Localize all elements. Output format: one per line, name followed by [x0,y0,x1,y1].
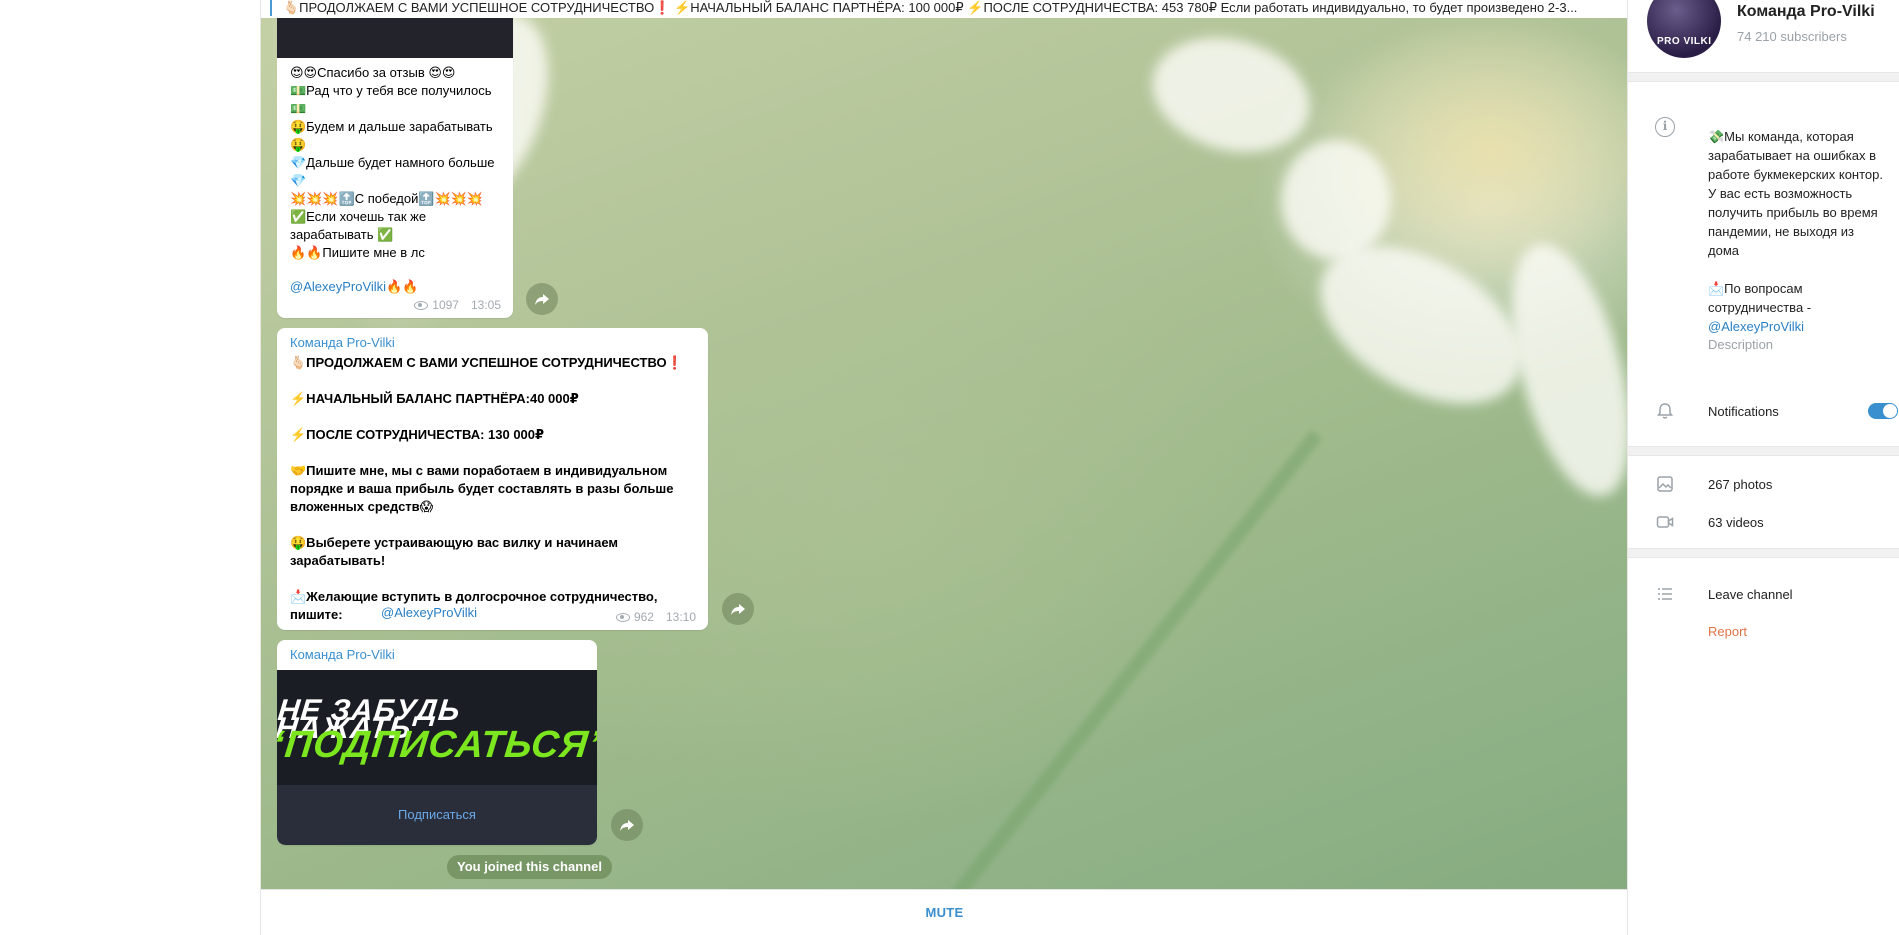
channel-avatar[interactable]: PRO VILKI [1647,0,1721,58]
message-meta: 1097 13:05 [414,296,501,314]
joined-channel-notice: You joined this channel [447,855,612,879]
avatar-text: PRO VILKI [1657,36,1712,47]
message-mention-link[interactable]: @AlexeyProVilki [381,605,477,620]
left-blank-pane [0,0,260,935]
photos-count-link[interactable]: 267 photos [1708,477,1772,492]
message-bubble[interactable]: 😍😍Спасибо за отзыв 😍😍 💵Рад что у тебя вс… [277,18,513,318]
message-bubble[interactable]: Команда Pro-Vilki 🫰🏻ПРОДОЛЖАЕМ С ВАМИ УС… [277,328,708,630]
share-icon[interactable] [611,809,643,841]
message-mention-link[interactable]: @AlexeyProVilki [290,279,386,294]
chat-area: 🫰🏻ПРОДОЛЖАЕМ С ВАМИ УСПЕШНОЕ СОТРУДНИЧЕС… [260,0,1628,935]
report-button[interactable]: Report [1708,624,1747,639]
videos-count-link[interactable]: 63 videos [1708,515,1764,530]
message-author[interactable]: Команда Pro-Vilki [277,328,708,352]
pinned-message-bar[interactable]: 🫰🏻ПРОДОЛЖАЕМ С ВАМИ УСПЕШНОЕ СОТРУДНИЧЕС… [261,0,1628,18]
notifications-label: Notifications [1708,404,1779,419]
list-icon [1658,588,1672,600]
views-icon [414,300,429,310]
message-photo[interactable] [277,18,513,58]
bell-icon [1657,403,1673,419]
channel-title: Команда Pro-Vilki [1737,3,1875,20]
description-text: 💸Мы команда, которая зарабатывает на оши… [1708,129,1883,315]
message-text: 🫰🏻ПРОДОЛЖАЕМ С ВАМИ УСПЕШНОЕ СОТРУДНИЧЕС… [290,355,683,622]
pinned-message-text: 🫰🏻ПРОДОЛЖАЕМ С ВАМИ УСПЕШНОЕ СОТРУДНИЧЕС… [283,0,1578,15]
photo-icon [1657,476,1673,492]
description-caption: Description [1708,337,1774,352]
channel-info-panel: PRO VILKI Команда Pro-Vilki 74 210 subsc… [1627,0,1899,935]
message-link-suffix: 🔥🔥 [386,279,419,294]
share-icon[interactable] [722,593,754,625]
video-icon [1656,516,1674,528]
message-author[interactable]: Команда Pro-Vilki [277,640,597,664]
message-views: 1097 [432,298,459,312]
views-icon [615,612,630,622]
banner-line-2: “ПОДПИСАТЬСЯ” [277,723,597,766]
section-separator [1628,548,1899,558]
share-icon[interactable] [526,283,558,315]
section-separator [1628,446,1899,456]
channel-description: 💸Мы команда, которая зарабатывает на оши… [1708,108,1888,355]
message-views: 962 [633,610,654,624]
section-separator [1628,72,1899,82]
subscribe-banner-image[interactable]: НЕ ЗАБУДЬ НАЖАТЬ “ПОДПИСАТЬСЯ” [277,670,597,785]
info-icon: i [1655,117,1675,137]
composer-bar: MUTE [261,889,1628,935]
message-text: 😍😍Спасибо за отзыв 😍😍 💵Рад что у тебя вс… [290,65,495,260]
leave-channel-button[interactable]: Leave channel [1708,587,1793,602]
mute-button[interactable]: MUTE [925,905,963,920]
message-time: 13:10 [665,610,696,624]
description-mention-link[interactable]: @AlexeyProVilki [1708,317,1888,336]
subscribe-button[interactable]: Подписаться [277,785,597,845]
channel-subscribers: 74 210 subscribers [1737,29,1847,44]
pinned-indicator [270,0,272,16]
notifications-toggle[interactable] [1868,403,1898,419]
message-time: 13:05 [470,298,501,312]
message-meta: 962 13:10 [615,608,696,626]
message-bubble[interactable]: Команда Pro-Vilki НЕ ЗАБУДЬ НАЖАТЬ “ПОДП… [277,640,597,845]
